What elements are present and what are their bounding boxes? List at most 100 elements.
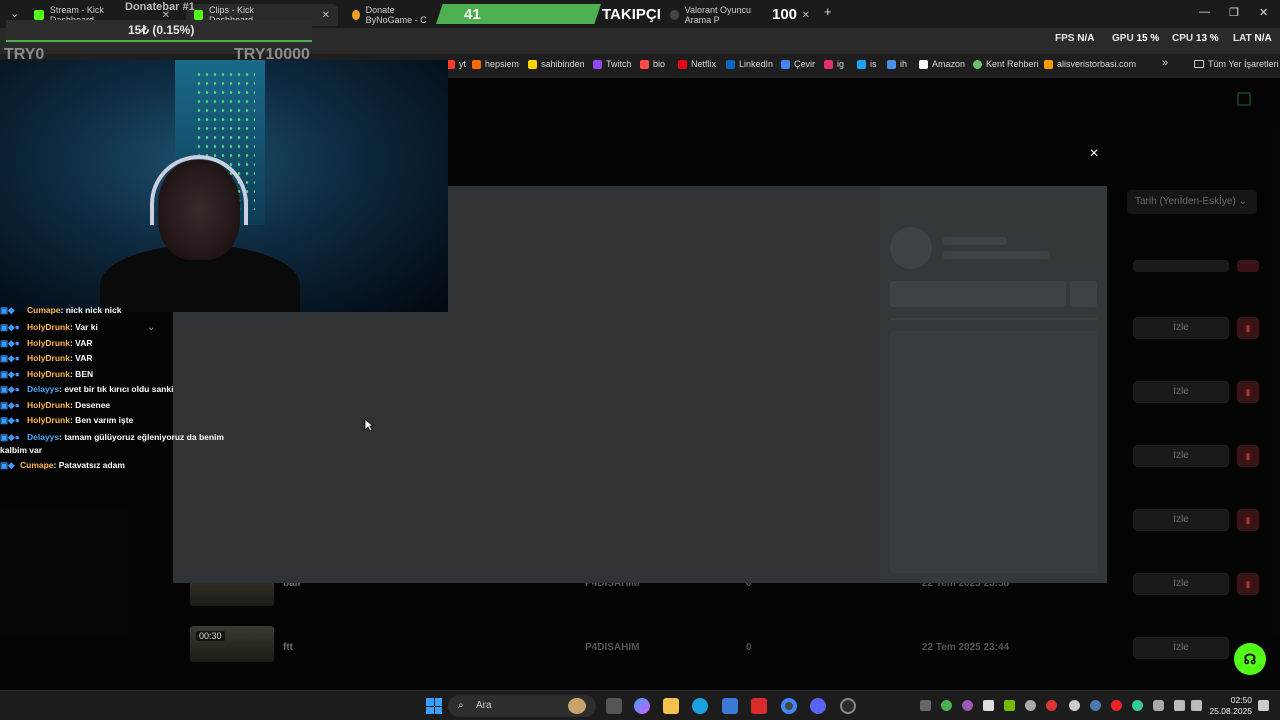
clip-row[interactable]: 00:30 ftt P4DISAHIM 0 22 Tem 2025 23:44 — [188, 626, 1270, 666]
bookmark-sahibinden[interactable]: sahibinden — [528, 59, 585, 69]
chat-message: ▣◆● Delayys: evet bir tık kırıcı oldu san… — [0, 384, 240, 395]
system-clock[interactable]: 02:50 25.08.2025 — [1206, 695, 1252, 717]
chat-text: : BEN — [69, 369, 94, 379]
tab-donate-bynogame[interactable]: Donate ByNoGame - C — [344, 4, 444, 26]
taskbar: ⌕ Ara 02:50 25.08.2025 — [0, 690, 1280, 720]
bookmark-label: Twitch — [606, 59, 632, 69]
chat-text: : Desenee — [69, 400, 111, 410]
bookmark-yt[interactable]: yt — [446, 59, 466, 69]
task-view-icon[interactable] — [606, 698, 622, 714]
donate-max-label: TRY10000 — [234, 46, 310, 63]
watch-button[interactable]: İzle — [1133, 637, 1229, 659]
divider — [890, 318, 1097, 320]
close-tab-icon[interactable]: ✕ — [802, 10, 810, 21]
chat-message: ▣◆ Cumape: Patavatsız adam — [0, 460, 240, 471]
tab-label: Donate ByNoGame - C — [365, 5, 427, 25]
new-tab-button[interactable]: + — [824, 4, 832, 19]
all-bookmarks-label: Tüm Yer İşaretleri — [1208, 59, 1279, 69]
trash-icon[interactable]: ▮ — [1237, 509, 1259, 531]
chat-text: : Patavatsız adam — [53, 460, 125, 470]
support-chat-button[interactable]: ☊ — [1234, 643, 1266, 675]
all-bookmarks[interactable]: Tüm Yer İşaretleri — [1194, 59, 1279, 69]
chat-text: : Ben varım işte — [69, 415, 134, 425]
steam-icon[interactable] — [1090, 700, 1101, 711]
tray-icon[interactable] — [1111, 700, 1122, 711]
watch-button[interactable]: İzle — [1133, 573, 1229, 595]
store-icon[interactable] — [722, 698, 738, 714]
badge-icons: ▣◆● — [0, 384, 20, 394]
maximize-icon[interactable]: ❐ — [1229, 6, 1239, 19]
mouse-cursor-icon — [364, 418, 374, 432]
close-tab-icon[interactable]: ✕ — [322, 10, 330, 21]
badge-icons: ▣◆ — [0, 460, 15, 470]
bookmark-linkedin[interactable]: LinkedIn — [726, 59, 773, 69]
bookmark-cevir[interactable]: Çevir — [781, 59, 815, 69]
minimize-icon[interactable]: — — [1199, 6, 1210, 18]
trash-icon[interactable]: ▮ — [1237, 445, 1259, 467]
watch-button[interactable]: İzle — [1133, 445, 1229, 467]
microphone-icon[interactable] — [1153, 700, 1164, 711]
edge-icon[interactable] — [692, 698, 708, 714]
gpu-value: 15 % — [1136, 33, 1160, 44]
clip-title[interactable]: ftt — [283, 642, 293, 653]
notification-icon[interactable] — [1258, 700, 1269, 711]
discord-icon[interactable] — [810, 698, 826, 714]
chat-username: HolyDrunk — [27, 322, 70, 332]
tray-icon[interactable] — [920, 700, 931, 711]
copilot-icon[interactable] — [634, 698, 650, 714]
bluetooth-icon[interactable] — [1069, 700, 1080, 711]
tray-icon[interactable] — [1046, 700, 1057, 711]
clip-views: 0 — [746, 642, 752, 653]
badge-icons: ▣◆● — [0, 369, 20, 379]
bynogame-icon — [352, 10, 360, 20]
obs-icon[interactable] — [840, 698, 856, 714]
latency-readout: LAT N/A — [1233, 33, 1272, 44]
bookmark-label: sahibinden — [541, 59, 585, 69]
tab-search-chevron-icon[interactable]: ⌄ — [10, 7, 19, 20]
file-explorer-icon[interactable] — [663, 698, 679, 714]
volume-icon[interactable] — [1191, 700, 1202, 711]
nvidia-icon[interactable] — [1004, 700, 1015, 711]
windows-start-icon[interactable] — [426, 698, 442, 714]
chrome-icon[interactable] — [781, 698, 797, 714]
tray-icon[interactable] — [983, 700, 994, 711]
chat-text: : VAR — [69, 353, 93, 363]
delete-button[interactable] — [1237, 260, 1259, 272]
chat-username: HolyDrunk — [27, 415, 70, 425]
bookmark-ih[interactable]: ih — [887, 59, 907, 69]
sort-dropdown[interactable]: Tarih (Yenİden-Eskİye) ⌄ — [1127, 190, 1257, 214]
wps-icon[interactable] — [751, 698, 767, 714]
chat-username: HolyDrunk — [27, 369, 70, 379]
tray-icon[interactable] — [1132, 700, 1143, 711]
watch-button[interactable]: İzle — [1133, 509, 1229, 531]
chat-username: HolyDrunk — [27, 338, 70, 348]
bookmark-ig[interactable]: ig — [824, 59, 844, 69]
close-window-icon[interactable]: ✕ — [1259, 6, 1268, 19]
close-modal-button[interactable]: × — [1086, 146, 1102, 162]
network-icon[interactable] — [1174, 700, 1185, 711]
tray-icon[interactable] — [941, 700, 952, 711]
trash-icon[interactable]: ▮ — [1237, 317, 1259, 339]
watch-button[interactable]: İzle — [1133, 317, 1229, 339]
watch-button[interactable] — [1133, 260, 1229, 272]
follower-progress-fill — [436, 4, 601, 24]
trash-icon[interactable]: ▮ — [1237, 381, 1259, 403]
trash-icon[interactable]: ▮ — [1237, 573, 1259, 595]
tray-icon[interactable] — [962, 700, 973, 711]
watch-button[interactable]: İzle — [1133, 381, 1229, 403]
bookmarks-more-icon[interactable]: » — [1162, 57, 1168, 69]
bookmark-amazon[interactable]: Amazon — [919, 59, 965, 69]
bookmark-bio[interactable]: bio — [640, 59, 665, 69]
bookmark-hepsiem[interactable]: hepsiem — [472, 59, 519, 69]
bookmark-kent-rehberi[interactable]: Kent Rehberi — [973, 59, 1039, 69]
bookmark-is[interactable]: is — [857, 59, 877, 69]
bookmark-netflix[interactable]: Netflix — [678, 59, 716, 69]
tray-icon[interactable] — [1025, 700, 1036, 711]
bookmark-alisveristorbasi[interactable]: alisveristorbasi.com — [1044, 59, 1136, 69]
chevron-down-icon[interactable]: ⌄ — [147, 322, 155, 333]
chat-username: Delayys — [27, 432, 60, 442]
comments-skeleton — [890, 331, 1097, 573]
bookmark-twitch[interactable]: Twitch — [593, 59, 632, 69]
clip-thumbnail[interactable]: 00:30 — [190, 626, 274, 662]
sort-label: Tarih (Yenİden-Eskİye) — [1135, 196, 1236, 207]
